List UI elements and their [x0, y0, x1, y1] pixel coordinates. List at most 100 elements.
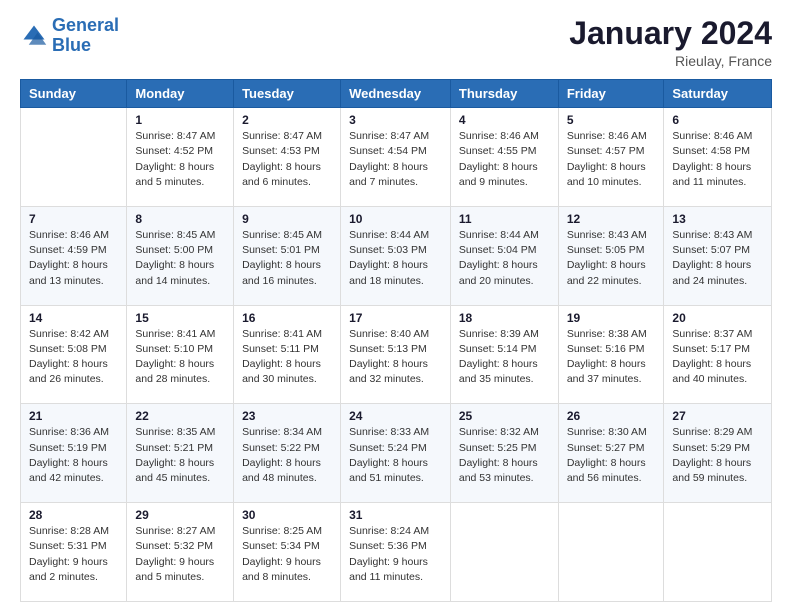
- day-number: 8: [135, 212, 225, 226]
- table-row: 31 Sunrise: 8:24 AMSunset: 5:36 PMDaylig…: [341, 503, 451, 602]
- day-number: 3: [349, 113, 442, 127]
- day-info: Sunrise: 8:47 AMSunset: 4:54 PMDaylight:…: [349, 129, 442, 190]
- table-row: 21 Sunrise: 8:36 AMSunset: 5:19 PMDaylig…: [21, 404, 127, 503]
- table-row: 29 Sunrise: 8:27 AMSunset: 5:32 PMDaylig…: [127, 503, 234, 602]
- day-number: 16: [242, 311, 332, 325]
- table-row: 14 Sunrise: 8:42 AMSunset: 5:08 PMDaylig…: [21, 305, 127, 404]
- table-row: [558, 503, 664, 602]
- table-row: 8 Sunrise: 8:45 AMSunset: 5:00 PMDayligh…: [127, 206, 234, 305]
- day-number: 20: [672, 311, 763, 325]
- location: Rieulay, France: [569, 53, 772, 69]
- day-info: Sunrise: 8:40 AMSunset: 5:13 PMDaylight:…: [349, 327, 442, 388]
- day-info: Sunrise: 8:43 AMSunset: 5:07 PMDaylight:…: [672, 228, 763, 289]
- day-number: 29: [135, 508, 225, 522]
- calendar-week-1: 1 Sunrise: 8:47 AMSunset: 4:52 PMDayligh…: [21, 108, 772, 207]
- col-tuesday: Tuesday: [234, 80, 341, 108]
- logo-text: General Blue: [52, 16, 119, 56]
- table-row: 12 Sunrise: 8:43 AMSunset: 5:05 PMDaylig…: [558, 206, 664, 305]
- table-row: 24 Sunrise: 8:33 AMSunset: 5:24 PMDaylig…: [341, 404, 451, 503]
- day-number: 22: [135, 409, 225, 423]
- col-friday: Friday: [558, 80, 664, 108]
- table-row: 6 Sunrise: 8:46 AMSunset: 4:58 PMDayligh…: [664, 108, 772, 207]
- table-row: [664, 503, 772, 602]
- calendar-table: Sunday Monday Tuesday Wednesday Thursday…: [20, 79, 772, 602]
- table-row: 1 Sunrise: 8:47 AMSunset: 4:52 PMDayligh…: [127, 108, 234, 207]
- table-row: 22 Sunrise: 8:35 AMSunset: 5:21 PMDaylig…: [127, 404, 234, 503]
- day-number: 14: [29, 311, 118, 325]
- day-info: Sunrise: 8:28 AMSunset: 5:31 PMDaylight:…: [29, 524, 118, 585]
- table-row: 18 Sunrise: 8:39 AMSunset: 5:14 PMDaylig…: [450, 305, 558, 404]
- day-number: 18: [459, 311, 550, 325]
- day-info: Sunrise: 8:25 AMSunset: 5:34 PMDaylight:…: [242, 524, 332, 585]
- day-info: Sunrise: 8:34 AMSunset: 5:22 PMDaylight:…: [242, 425, 332, 486]
- month-title: January 2024: [569, 16, 772, 51]
- day-info: Sunrise: 8:27 AMSunset: 5:32 PMDaylight:…: [135, 524, 225, 585]
- day-info: Sunrise: 8:37 AMSunset: 5:17 PMDaylight:…: [672, 327, 763, 388]
- day-info: Sunrise: 8:46 AMSunset: 4:59 PMDaylight:…: [29, 228, 118, 289]
- table-row: 9 Sunrise: 8:45 AMSunset: 5:01 PMDayligh…: [234, 206, 341, 305]
- day-number: 5: [567, 113, 656, 127]
- table-row: 2 Sunrise: 8:47 AMSunset: 4:53 PMDayligh…: [234, 108, 341, 207]
- logo-icon: [20, 22, 48, 50]
- day-info: Sunrise: 8:24 AMSunset: 5:36 PMDaylight:…: [349, 524, 442, 585]
- day-info: Sunrise: 8:43 AMSunset: 5:05 PMDaylight:…: [567, 228, 656, 289]
- day-number: 28: [29, 508, 118, 522]
- day-info: Sunrise: 8:46 AMSunset: 4:57 PMDaylight:…: [567, 129, 656, 190]
- day-number: 12: [567, 212, 656, 226]
- day-info: Sunrise: 8:42 AMSunset: 5:08 PMDaylight:…: [29, 327, 118, 388]
- table-row: 17 Sunrise: 8:40 AMSunset: 5:13 PMDaylig…: [341, 305, 451, 404]
- day-number: 27: [672, 409, 763, 423]
- day-number: 6: [672, 113, 763, 127]
- day-number: 30: [242, 508, 332, 522]
- calendar-week-3: 14 Sunrise: 8:42 AMSunset: 5:08 PMDaylig…: [21, 305, 772, 404]
- table-row: 28 Sunrise: 8:28 AMSunset: 5:31 PMDaylig…: [21, 503, 127, 602]
- day-info: Sunrise: 8:47 AMSunset: 4:52 PMDaylight:…: [135, 129, 225, 190]
- day-info: Sunrise: 8:44 AMSunset: 5:04 PMDaylight:…: [459, 228, 550, 289]
- day-number: 1: [135, 113, 225, 127]
- table-row: 15 Sunrise: 8:41 AMSunset: 5:10 PMDaylig…: [127, 305, 234, 404]
- day-number: 21: [29, 409, 118, 423]
- col-thursday: Thursday: [450, 80, 558, 108]
- day-info: Sunrise: 8:33 AMSunset: 5:24 PMDaylight:…: [349, 425, 442, 486]
- day-info: Sunrise: 8:41 AMSunset: 5:11 PMDaylight:…: [242, 327, 332, 388]
- table-row: 16 Sunrise: 8:41 AMSunset: 5:11 PMDaylig…: [234, 305, 341, 404]
- day-info: Sunrise: 8:46 AMSunset: 4:58 PMDaylight:…: [672, 129, 763, 190]
- day-number: 24: [349, 409, 442, 423]
- table-row: 7 Sunrise: 8:46 AMSunset: 4:59 PMDayligh…: [21, 206, 127, 305]
- page: General Blue January 2024 Rieulay, Franc…: [0, 0, 792, 612]
- day-info: Sunrise: 8:36 AMSunset: 5:19 PMDaylight:…: [29, 425, 118, 486]
- table-row: 25 Sunrise: 8:32 AMSunset: 5:25 PMDaylig…: [450, 404, 558, 503]
- day-number: 31: [349, 508, 442, 522]
- day-info: Sunrise: 8:39 AMSunset: 5:14 PMDaylight:…: [459, 327, 550, 388]
- table-row: 10 Sunrise: 8:44 AMSunset: 5:03 PMDaylig…: [341, 206, 451, 305]
- day-info: Sunrise: 8:45 AMSunset: 5:00 PMDaylight:…: [135, 228, 225, 289]
- day-number: 19: [567, 311, 656, 325]
- day-number: 15: [135, 311, 225, 325]
- col-wednesday: Wednesday: [341, 80, 451, 108]
- day-info: Sunrise: 8:46 AMSunset: 4:55 PMDaylight:…: [459, 129, 550, 190]
- day-info: Sunrise: 8:30 AMSunset: 5:27 PMDaylight:…: [567, 425, 656, 486]
- day-number: 11: [459, 212, 550, 226]
- table-row: 11 Sunrise: 8:44 AMSunset: 5:04 PMDaylig…: [450, 206, 558, 305]
- table-row: 5 Sunrise: 8:46 AMSunset: 4:57 PMDayligh…: [558, 108, 664, 207]
- day-number: 23: [242, 409, 332, 423]
- table-row: [21, 108, 127, 207]
- table-row: 30 Sunrise: 8:25 AMSunset: 5:34 PMDaylig…: [234, 503, 341, 602]
- table-row: 19 Sunrise: 8:38 AMSunset: 5:16 PMDaylig…: [558, 305, 664, 404]
- day-info: Sunrise: 8:41 AMSunset: 5:10 PMDaylight:…: [135, 327, 225, 388]
- calendar-week-4: 21 Sunrise: 8:36 AMSunset: 5:19 PMDaylig…: [21, 404, 772, 503]
- calendar-header-row: Sunday Monday Tuesday Wednesday Thursday…: [21, 80, 772, 108]
- table-row: [450, 503, 558, 602]
- calendar-week-2: 7 Sunrise: 8:46 AMSunset: 4:59 PMDayligh…: [21, 206, 772, 305]
- day-info: Sunrise: 8:44 AMSunset: 5:03 PMDaylight:…: [349, 228, 442, 289]
- table-row: 13 Sunrise: 8:43 AMSunset: 5:07 PMDaylig…: [664, 206, 772, 305]
- day-number: 25: [459, 409, 550, 423]
- day-number: 10: [349, 212, 442, 226]
- col-monday: Monday: [127, 80, 234, 108]
- table-row: 20 Sunrise: 8:37 AMSunset: 5:17 PMDaylig…: [664, 305, 772, 404]
- day-info: Sunrise: 8:29 AMSunset: 5:29 PMDaylight:…: [672, 425, 763, 486]
- day-info: Sunrise: 8:47 AMSunset: 4:53 PMDaylight:…: [242, 129, 332, 190]
- day-info: Sunrise: 8:45 AMSunset: 5:01 PMDaylight:…: [242, 228, 332, 289]
- col-sunday: Sunday: [21, 80, 127, 108]
- day-info: Sunrise: 8:32 AMSunset: 5:25 PMDaylight:…: [459, 425, 550, 486]
